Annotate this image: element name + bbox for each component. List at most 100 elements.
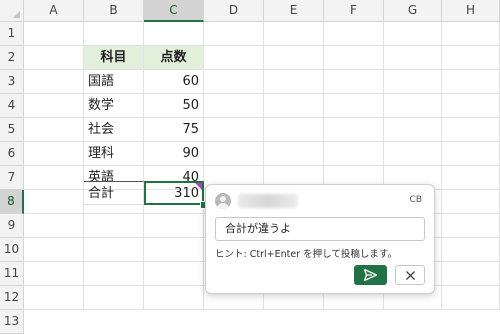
grid-cell[interactable] <box>24 166 84 190</box>
grid-cell[interactable] <box>442 70 500 94</box>
row-header-12[interactable]: 12 <box>0 286 24 310</box>
row-header-4[interactable]: 4 <box>0 94 24 118</box>
grid-cell[interactable] <box>24 70 84 94</box>
grid-cell[interactable] <box>442 166 500 190</box>
close-icon <box>406 271 415 280</box>
grid-cell[interactable] <box>204 142 264 166</box>
score-cell[interactable]: 75 <box>144 118 204 142</box>
grid-cell[interactable] <box>264 46 324 70</box>
grid-cell[interactable] <box>24 22 84 46</box>
grid-cell[interactable] <box>24 118 84 142</box>
grid-cell[interactable] <box>144 238 204 262</box>
grid-cell[interactable] <box>442 94 500 118</box>
grid-cell[interactable] <box>204 46 264 70</box>
grid-cell[interactable] <box>442 262 500 286</box>
comment-input[interactable]: 合計が違うよ <box>215 217 425 241</box>
column-header-d[interactable]: D <box>204 0 264 22</box>
grid-cell[interactable] <box>442 214 500 238</box>
grid-cell[interactable] <box>24 94 84 118</box>
grid-cell[interactable] <box>264 142 324 166</box>
row-header-6[interactable]: 6 <box>0 142 24 166</box>
grid-cell[interactable] <box>204 70 264 94</box>
subject-cell[interactable]: 数学 <box>84 94 144 118</box>
comment-indicator[interactable] <box>195 183 202 190</box>
row-header-9[interactable]: 9 <box>0 214 24 238</box>
grid-cell[interactable] <box>84 262 144 286</box>
column-header-f[interactable]: F <box>324 0 384 22</box>
grid-cell[interactable] <box>84 238 144 262</box>
grid-cell[interactable] <box>324 22 384 46</box>
row-header-3[interactable]: 3 <box>0 70 24 94</box>
grid-cell[interactable] <box>324 118 384 142</box>
table-header-score[interactable]: 点数 <box>144 46 204 70</box>
score-cell[interactable]: 90 <box>144 142 204 166</box>
grid-cell[interactable] <box>24 46 84 70</box>
user-initials: CB <box>409 195 422 205</box>
grid-cell[interactable] <box>324 70 384 94</box>
grid-cell[interactable] <box>144 214 204 238</box>
grid-cell[interactable] <box>204 22 264 46</box>
grid-cell[interactable] <box>204 94 264 118</box>
grid-cell[interactable] <box>84 22 144 46</box>
grid-cell[interactable] <box>442 190 500 214</box>
row-header-13[interactable]: 13 <box>0 310 24 334</box>
select-all-button[interactable] <box>0 0 24 22</box>
comment-card: CB 合計が違うよ ヒント: Ctrl+Enter を押して投稿します。 <box>205 184 435 294</box>
score-cell[interactable]: 50 <box>144 94 204 118</box>
grid-cell[interactable] <box>24 142 84 166</box>
grid-cell[interactable] <box>442 22 500 46</box>
grid-cell[interactable] <box>264 94 324 118</box>
column-header-a[interactable]: A <box>24 0 84 22</box>
user-name-blurred <box>238 194 298 208</box>
grid-cell[interactable] <box>442 46 500 70</box>
row-header-11[interactable]: 11 <box>0 262 24 286</box>
cancel-button[interactable] <box>395 265 425 285</box>
grid-cell[interactable] <box>24 190 84 214</box>
grid-cell[interactable] <box>84 286 144 310</box>
column-header-b[interactable]: B <box>84 0 144 22</box>
grid-cell[interactable] <box>264 22 324 46</box>
grid-cell[interactable] <box>324 94 384 118</box>
grid-cell[interactable] <box>144 22 204 46</box>
grid-cell[interactable] <box>442 118 500 142</box>
column-header-g[interactable]: G <box>384 0 442 22</box>
subject-cell[interactable]: 社会 <box>84 118 144 142</box>
row-header-8[interactable]: 8 <box>0 190 24 214</box>
column-header-h[interactable]: H <box>442 0 500 22</box>
grid-cell[interactable] <box>144 262 204 286</box>
grid-cell[interactable] <box>24 286 84 310</box>
grid-cell[interactable] <box>24 214 84 238</box>
grid-cell[interactable] <box>384 46 442 70</box>
column-header-c[interactable]: C <box>144 0 204 22</box>
row-header-7[interactable]: 7 <box>0 166 24 190</box>
grid-cell[interactable] <box>24 238 84 262</box>
row-header-2[interactable]: 2 <box>0 46 24 70</box>
grid-cell[interactable] <box>384 94 442 118</box>
grid-cell[interactable] <box>442 238 500 262</box>
row-header-1[interactable]: 1 <box>0 22 24 46</box>
subject-cell[interactable]: 国語 <box>84 70 144 94</box>
row-header-5[interactable]: 5 <box>0 118 24 142</box>
row-header-10[interactable]: 10 <box>0 238 24 262</box>
post-button[interactable] <box>354 265 387 285</box>
grid-cell[interactable] <box>264 70 324 94</box>
grid-cell[interactable] <box>84 214 144 238</box>
subject-cell[interactable]: 理科 <box>84 142 144 166</box>
grid-cell[interactable] <box>384 22 442 46</box>
total-label-cell[interactable]: 合計 <box>84 181 144 205</box>
grid-cell[interactable] <box>24 262 84 286</box>
column-header-e[interactable]: E <box>264 0 324 22</box>
grid-cell[interactable] <box>442 142 500 166</box>
grid-cell[interactable] <box>384 142 442 166</box>
grid-cell[interactable] <box>324 46 384 70</box>
table-header-subject[interactable]: 科目 <box>84 46 144 70</box>
grid-cell[interactable] <box>324 142 384 166</box>
grid-cell[interactable] <box>264 118 324 142</box>
grid-cell[interactable] <box>384 70 442 94</box>
grid-cell[interactable] <box>144 286 204 310</box>
score-cell[interactable]: 60 <box>144 70 204 94</box>
grid-cell[interactable] <box>204 118 264 142</box>
grid-cell[interactable] <box>384 118 442 142</box>
send-icon <box>364 269 377 281</box>
grid-cell[interactable] <box>442 286 500 310</box>
